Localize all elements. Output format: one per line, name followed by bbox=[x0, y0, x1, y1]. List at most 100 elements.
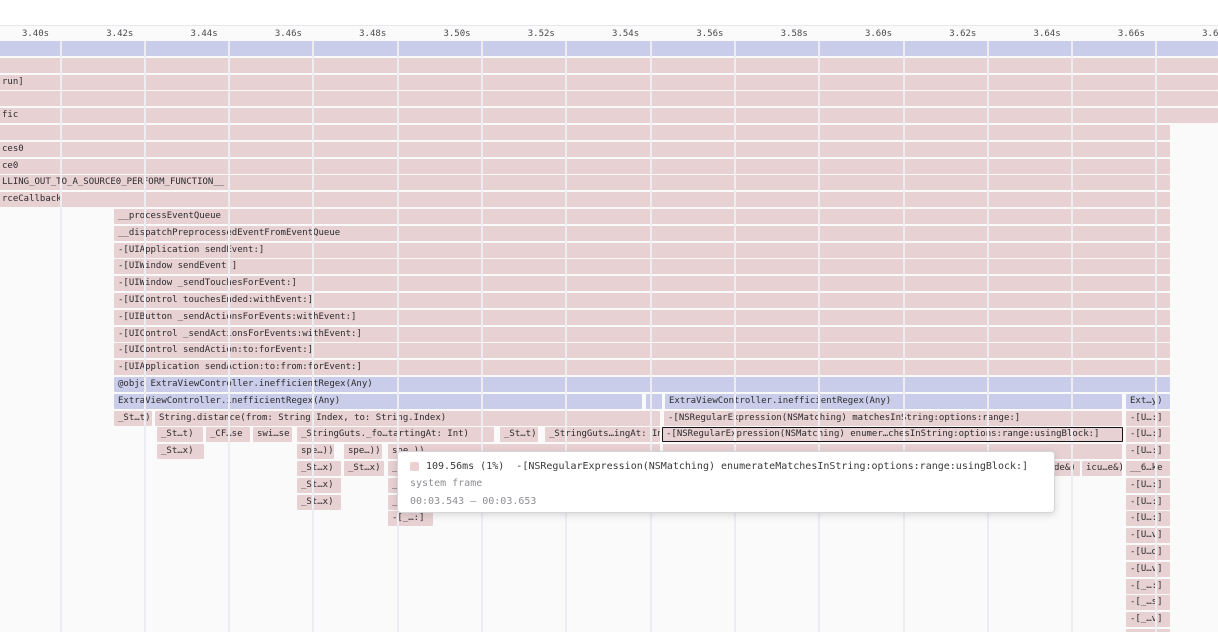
flame-bar[interactable]: -[NSRegularExpression(NSMatching) matche… bbox=[664, 411, 1122, 426]
flame-bar-label: -[UIControl touchesEnded:withEvent:] bbox=[118, 295, 313, 305]
flame-bar[interactable] bbox=[0, 125, 1170, 140]
flame-bar-label: ces0 bbox=[2, 144, 24, 154]
flame-bar[interactable]: _St…x) bbox=[297, 478, 341, 493]
flame-bar[interactable]: fic bbox=[0, 108, 1218, 123]
flame-bar[interactable]: _St…t) bbox=[157, 427, 203, 442]
flame-bar[interactable] bbox=[0, 91, 1218, 106]
flame-bar[interactable]: @objc ExtraViewController.inefficientReg… bbox=[114, 377, 1170, 392]
flame-bar[interactable]: _St…x) bbox=[157, 444, 204, 459]
tooltip-title: 109.56ms (1%) -[NSRegularExpression(NSMa… bbox=[426, 461, 1028, 472]
flame-bar[interactable] bbox=[0, 58, 1218, 73]
flame-bar-label: -[U…:] bbox=[1130, 446, 1163, 456]
flame-bar-label: _St…x) bbox=[301, 463, 334, 473]
flame-bar-label: String.distance(from: String.Index, to: … bbox=[159, 413, 446, 423]
tooltip-time-range: 00:03.543 — 00:03.653 bbox=[410, 496, 536, 507]
flame-bar-label: -[U…v] bbox=[1130, 564, 1163, 574]
flame-bar[interactable]: _St…x) bbox=[297, 495, 341, 510]
flame-bar-label: -[UIWindow sendEvent:] bbox=[118, 261, 237, 271]
flame-bar[interactable] bbox=[0, 41, 1218, 56]
flame-bar[interactable]: -[UIButton _sendActionsForEvents:withEve… bbox=[114, 310, 1170, 325]
time-axis-label: 3.54s bbox=[606, 28, 646, 40]
flame-bar[interactable]: ce0 bbox=[0, 159, 1170, 174]
flame-bar-label: -[U…:] bbox=[1130, 513, 1163, 523]
flame-bar[interactable]: _St…t) bbox=[500, 427, 538, 442]
flame-bar[interactable]: _StringGuts…ingAt: Int) bbox=[545, 427, 660, 442]
flame-bar[interactable]: run] bbox=[0, 75, 1218, 90]
flame-bar[interactable]: -[UIApplication sendEvent:] bbox=[114, 243, 1170, 258]
flame-bar[interactable]: -[U…:] bbox=[1126, 427, 1170, 442]
flame-bar[interactable]: String.distance(from: String.Index, to: … bbox=[155, 411, 660, 426]
gridline bbox=[60, 41, 62, 632]
flame-bar[interactable]: ces0 bbox=[0, 142, 1170, 157]
flame-bar[interactable]: LLING_OUT_TO_A_SOURCE0_PERFORM_FUNCTION_… bbox=[0, 175, 1170, 190]
flame-bar[interactable]: -[UIWindow sendEvent:] bbox=[114, 259, 1170, 274]
flame-bar[interactable]: icu…e&) bbox=[1082, 461, 1122, 476]
flame-bar[interactable]: -[U…:] bbox=[1126, 495, 1170, 510]
flame-bar-label: ExtraViewController.inefficientRegex(Any… bbox=[669, 396, 891, 406]
flame-bar[interactable] bbox=[646, 394, 662, 409]
flame-bar-label: -[UIApplication sendAction:to:from:forEv… bbox=[118, 362, 362, 372]
flame-bar[interactable]: spe…)) bbox=[344, 444, 382, 459]
flame-bar[interactable]: _StringGuts._fo…tartingAt: Int) bbox=[297, 427, 494, 442]
flame-bar-label: _CF…se bbox=[210, 429, 243, 439]
flame-bar[interactable]: -[U…:] bbox=[1126, 511, 1170, 526]
flame-bar[interactable]: -[_…:] bbox=[1126, 579, 1170, 594]
time-axis-label: 3.58s bbox=[774, 28, 814, 40]
flame-bar[interactable]: _St…x) bbox=[297, 461, 341, 476]
flame-bar-label: __processEventQueue bbox=[118, 211, 221, 221]
gridline bbox=[1155, 41, 1157, 632]
flame-bar[interactable]: _St…x) bbox=[344, 461, 384, 476]
flame-bar-label: -[U…:] bbox=[1130, 497, 1163, 507]
gridline bbox=[565, 41, 567, 632]
flame-graph: 3.40s3.42s3.44s3.46s3.48s3.50s3.52s3.54s… bbox=[0, 0, 1218, 632]
flame-bar-label: _St…x) bbox=[161, 446, 194, 456]
flame-bar-label: -[NSRegularExpression(NSMatching) matche… bbox=[668, 413, 1020, 423]
flame-bar[interactable]: -[UIControl touchesEnded:withEvent:] bbox=[114, 293, 1170, 308]
time-axis-label: 3.40s bbox=[16, 28, 56, 40]
flame-bar[interactable]: __dispatchPreprocessedEventFromEventQueu… bbox=[114, 226, 1170, 241]
gridline bbox=[312, 41, 314, 632]
flame-bar-label: -[_…s] bbox=[1130, 597, 1163, 607]
flame-bar-label: run] bbox=[2, 77, 24, 87]
flame-bar-label: ce0 bbox=[2, 161, 18, 171]
time-axis-label: 3.62s bbox=[943, 28, 983, 40]
flame-bar-label: -[UIButton _sendActionsForEvents:withEve… bbox=[118, 312, 356, 322]
flame-bar[interactable]: __processEventQueue bbox=[114, 209, 1170, 224]
flame-bar[interactable]: -[_…s] bbox=[1126, 595, 1170, 610]
flame-bar[interactable]: -[UIControl _sendActionsForEvents:withEv… bbox=[114, 327, 1170, 342]
flame-bar-label: _St…x) bbox=[348, 463, 381, 473]
flame-bar-label: -[U…:] bbox=[1130, 480, 1163, 490]
flame-bar[interactable]: -[UIControl sendAction:to:forEvent:] bbox=[114, 343, 1170, 358]
time-ruler bbox=[0, 0, 1218, 26]
flame-bar-label: swi…se bbox=[257, 429, 290, 439]
flame-bar[interactable]: -[U…:] bbox=[1126, 444, 1170, 459]
flame-bar[interactable]: -[U…:] bbox=[1126, 411, 1170, 426]
flame-bar[interactable]: -[U…v] bbox=[1126, 562, 1170, 577]
flame-bar[interactable]: spe…)) bbox=[297, 444, 334, 459]
flame-bar-label: fic bbox=[2, 110, 18, 120]
gridline bbox=[481, 41, 483, 632]
time-axis-label: 3.50s bbox=[437, 28, 477, 40]
flame-bar[interactable]: -[_…:] bbox=[388, 511, 433, 526]
time-axis-label: 3.42s bbox=[100, 28, 140, 40]
flame-bar[interactable]: _St…t) bbox=[114, 411, 152, 426]
flame-bar[interactable]: -[_…v] bbox=[1126, 612, 1170, 627]
flame-bar[interactable]: Ext…y) bbox=[1126, 394, 1170, 409]
flame-bar[interactable]: ExtraViewController.inefficientRegex(Any… bbox=[114, 394, 642, 409]
flame-bar-label: -[UIControl _sendActionsForEvents:withEv… bbox=[118, 329, 362, 339]
time-axis-label: 3.64s bbox=[1027, 28, 1067, 40]
flame-bar[interactable]: -[U…v] bbox=[1126, 528, 1170, 543]
gridline bbox=[987, 41, 989, 632]
flame-bar[interactable]: -[U…d] bbox=[1126, 545, 1170, 560]
flame-bar[interactable]: -[UIApplication sendAction:to:from:forEv… bbox=[114, 360, 1170, 375]
flame-bar[interactable]: rceCallback bbox=[0, 192, 1170, 207]
flame-bar[interactable]: -[U…:] bbox=[1126, 478, 1170, 493]
flame-bar-label: spe…)) bbox=[301, 446, 334, 456]
gridline bbox=[1071, 41, 1073, 632]
time-axis-label: 3.44s bbox=[184, 28, 224, 40]
flame-bar-label: _StringGuts._fo…tartingAt: Int) bbox=[301, 429, 469, 439]
flame-bar[interactable]: __6…ke bbox=[1126, 461, 1170, 476]
gridline bbox=[144, 41, 146, 632]
flame-bar[interactable]: -[UIWindow _sendTouchesForEvent:] bbox=[114, 276, 1170, 291]
flame-bar[interactable]: swi…se bbox=[253, 427, 292, 442]
